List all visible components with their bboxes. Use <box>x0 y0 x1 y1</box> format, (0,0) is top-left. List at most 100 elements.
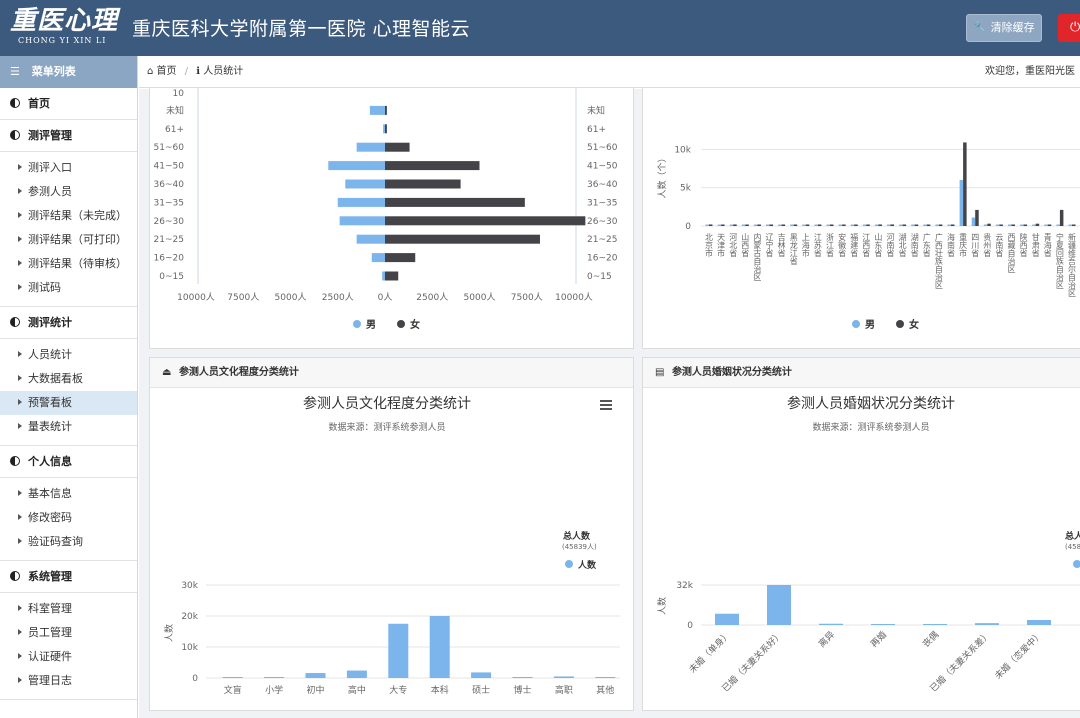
education-panel-title: 参测人员文化程度分类统计 <box>178 367 299 378</box>
bar <box>222 677 243 678</box>
sidebar-group-2[interactable]: 个人信息 <box>0 446 137 478</box>
bar-female <box>1072 224 1076 226</box>
bar <box>1027 620 1051 625</box>
legend-title: 总人数 <box>1065 530 1080 542</box>
bar-female <box>902 224 907 226</box>
x-tick-label: 2500人 <box>416 292 448 303</box>
bar-female <box>385 179 461 189</box>
half-circle-icon <box>10 456 20 466</box>
sidebar-submenu-2: 基本信息 修改密码 验证码查询 <box>0 478 137 561</box>
bar-female <box>793 224 798 226</box>
sidebar-item[interactable]: 测评入口 <box>0 156 137 180</box>
bar-male <box>778 224 782 226</box>
bar-male <box>971 217 976 226</box>
app-header: 重医心理 CHONG YI XIN LI 重庆医科大学附属第一医院 心理智能云 … <box>0 0 1080 56</box>
category-label: 甘肃省 <box>1031 232 1040 258</box>
sidebar-group-0[interactable]: 测评管理 <box>0 120 137 152</box>
sidebar-item-label: 参测人员 <box>28 185 72 198</box>
sidebar-item[interactable]: 测试码 <box>0 276 137 300</box>
sidebar-group-label: 系统管理 <box>28 570 72 583</box>
sidebar-group-3[interactable]: 系统管理 <box>0 561 137 593</box>
sidebar-item[interactable]: 测评结果（可打印） <box>0 228 137 252</box>
sidebar-item-label: 测试码 <box>28 281 61 294</box>
bar-male <box>717 224 722 226</box>
breadcrumb-current: 人员统计 <box>203 66 244 77</box>
y-tick-label: 32k <box>676 581 693 591</box>
sidebar-item[interactable]: 预警看板 <box>0 391 137 415</box>
legend-label: 人数 <box>577 559 597 571</box>
bar-female <box>854 224 858 226</box>
sidebar-item[interactable]: 修改密码 <box>0 506 137 530</box>
breadcrumb-home[interactable]: 首页 <box>157 66 177 77</box>
sidebar-item[interactable]: 认证硬件 <box>0 645 137 669</box>
bar-male <box>1008 224 1012 226</box>
bar <box>553 676 574 678</box>
x-tick-label: 离异 <box>816 629 837 650</box>
legend-marker-female <box>397 320 405 328</box>
sidebar-item-label: 测评结果（可打印） <box>28 233 127 246</box>
category-label: 山东省 <box>874 232 883 258</box>
bar-female <box>1035 223 1040 226</box>
sidebar-item[interactable]: 管理日志 <box>0 669 137 693</box>
category-label: 天津市 <box>717 233 726 258</box>
y-tick-label: 0 <box>685 222 691 232</box>
caret-right-icon <box>18 653 22 659</box>
category-label: 云南省 <box>995 233 1004 258</box>
x-tick-label: 5000人 <box>275 292 307 303</box>
chart-menu-icon[interactable] <box>600 400 612 410</box>
category-label: 山西省 <box>741 232 750 258</box>
clear-cache-button[interactable]: 🔧 清除缓存 <box>966 14 1042 42</box>
x-tick-label: 7500人 <box>511 292 543 303</box>
sidebar-item[interactable]: 验证码查询 <box>0 530 137 554</box>
category-label: 北京市 <box>705 233 714 258</box>
x-tick-label: 丧偶 <box>920 629 941 650</box>
bar <box>767 585 791 625</box>
half-circle-icon <box>10 130 20 140</box>
category-label: 江苏省 <box>813 233 822 258</box>
bar-female <box>975 209 979 226</box>
sidebar-item[interactable]: 员工管理 <box>0 621 137 645</box>
sidebar-item-home[interactable]: 首页 <box>0 88 137 120</box>
sidebar-item[interactable]: 科室管理 <box>0 597 137 621</box>
home-icon: ⌂ <box>147 66 154 77</box>
sidebar-item[interactable]: 量表统计 <box>0 415 137 439</box>
logo[interactable]: 重医心理 CHONG YI XIN LI <box>10 6 126 50</box>
sidebar-submenu-0: 测评入口参测人员测评结果（未完成） 测评结果（可打印） 测评结果（待审核） 测试码 <box>0 152 137 307</box>
category-label-left: 26~30 <box>154 217 185 227</box>
sidebar-item-label: 管理日志 <box>28 674 72 687</box>
category-label-right: 26~30 <box>587 217 618 227</box>
province-panel: 0 5k 10k 人数（个） 北京市 天津市 河北省 山西省 内蒙古自治区 辽宁省 吉林省 黑龙江省上… <box>642 87 1080 349</box>
category-label: 西藏自治区 <box>1007 233 1016 273</box>
sidebar-item[interactable]: 人员统计 <box>0 343 137 367</box>
bar-male <box>345 179 385 189</box>
bar <box>819 623 843 625</box>
bar <box>923 624 947 625</box>
bar-female <box>866 224 870 226</box>
category-label: 河南省 <box>886 232 895 258</box>
bar-male <box>328 161 385 171</box>
logout-button[interactable]: ⏻ <box>1058 14 1080 42</box>
x-tick-label: 博士 <box>513 684 531 696</box>
bar <box>715 613 739 625</box>
bar-female <box>1023 224 1028 226</box>
bar-male <box>766 224 770 226</box>
bar-female <box>805 224 810 226</box>
chart-subtitle: 数据来源：测评系统参测人员 <box>812 421 929 433</box>
category-label-left: 16~20 <box>154 254 185 264</box>
bar-female <box>987 223 991 226</box>
education-panel-header: ⏏ 参测人员文化程度分类统计 <box>150 358 633 388</box>
category-label: 宁夏回族自治区 <box>1055 232 1064 289</box>
menu-list-title: 菜单列表 <box>31 65 76 78</box>
sidebar-item[interactable]: 大数据看板 <box>0 367 137 391</box>
bar-male <box>862 224 867 226</box>
sidebar-item[interactable]: 测评结果（未完成） <box>0 204 137 228</box>
sidebar-item[interactable]: 基本信息 <box>0 482 137 506</box>
sidebar-submenu-1: 人员统计 大数据看板 预警看板 量表统计 <box>0 339 137 446</box>
bar-female <box>963 142 967 226</box>
eject-icon: ⏏ <box>162 367 172 378</box>
sidebar-item[interactable]: 参测人员 <box>0 180 137 204</box>
category-label-right: 61+ <box>587 125 606 135</box>
bar-male <box>1056 224 1060 226</box>
sidebar-group-1[interactable]: 测评统计 <box>0 307 137 339</box>
sidebar-item[interactable]: 测评结果（待审核） <box>0 252 137 276</box>
